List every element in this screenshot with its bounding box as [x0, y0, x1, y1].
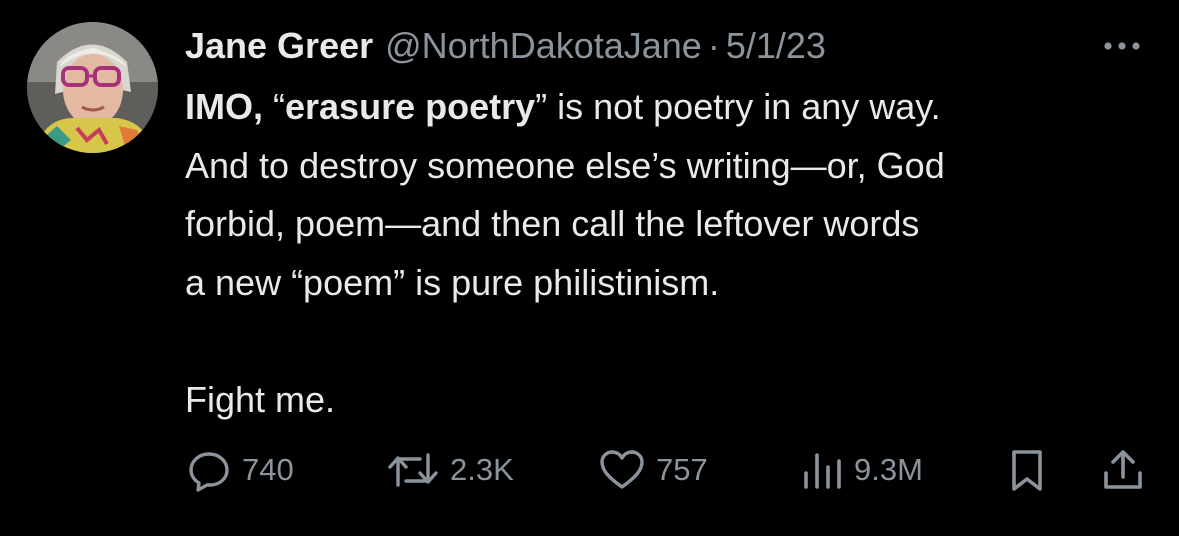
- tweet-text: IMO, “erasure poetry” is not poetry in a…: [185, 78, 1165, 429]
- bookmark-icon: [1006, 447, 1048, 493]
- like-button[interactable]: 757: [598, 445, 708, 495]
- retweet-count: 2.3K: [450, 452, 514, 487]
- views-count: 9.3M: [854, 452, 923, 487]
- heart-icon: [598, 447, 646, 493]
- tweet-line-3: forbid, poem—and then call the leftover …: [185, 203, 920, 244]
- views-button[interactable]: 9.3M: [800, 445, 923, 495]
- avatar-photo: [27, 22, 158, 153]
- more-dots-icon: [1104, 42, 1140, 50]
- views-bar-chart-icon: [800, 447, 844, 493]
- avatar[interactable]: [27, 22, 158, 153]
- retweet-button[interactable]: 2.3K: [386, 445, 514, 495]
- bold-phrase: erasure poetry: [285, 86, 536, 127]
- tweet-line-1: IMO, “erasure poetry” is not poetry in a…: [185, 78, 1165, 137]
- tweet-line-5: Fight me.: [185, 378, 336, 420]
- tweet-date[interactable]: 5/1/23: [726, 22, 826, 70]
- tweet-card: Jane Greer @NorthDakotaJane · 5/1/23 IMO…: [0, 0, 1179, 536]
- imo-text: IMO,: [185, 86, 273, 127]
- more-options-button[interactable]: [1098, 28, 1146, 64]
- user-handle[interactable]: @NorthDakotaJane: [385, 22, 702, 70]
- display-name[interactable]: Jane Greer: [185, 22, 373, 70]
- reply-bubble-icon: [186, 447, 232, 493]
- quote-open: “: [273, 86, 285, 127]
- reply-count: 740: [242, 452, 294, 487]
- retweet-icon: [386, 447, 440, 493]
- line1-rest: ” is not poetry in any way.: [535, 86, 941, 127]
- tweet-line-4: a new “poem” is pure philistinism.: [185, 261, 720, 303]
- action-bar: 740 2.3K 757 9.3M: [0, 445, 1179, 495]
- like-count: 757: [656, 452, 708, 487]
- bookmark-button[interactable]: [1006, 445, 1048, 495]
- tweet-line-2: And to destroy someone else’s writing—or…: [185, 144, 945, 186]
- tweet-header: Jane Greer @NorthDakotaJane · 5/1/23: [185, 22, 826, 70]
- share-button[interactable]: [1100, 445, 1146, 495]
- separator-dot: ·: [707, 25, 720, 66]
- share-upload-icon: [1100, 447, 1146, 493]
- reply-button[interactable]: 740: [186, 445, 294, 495]
